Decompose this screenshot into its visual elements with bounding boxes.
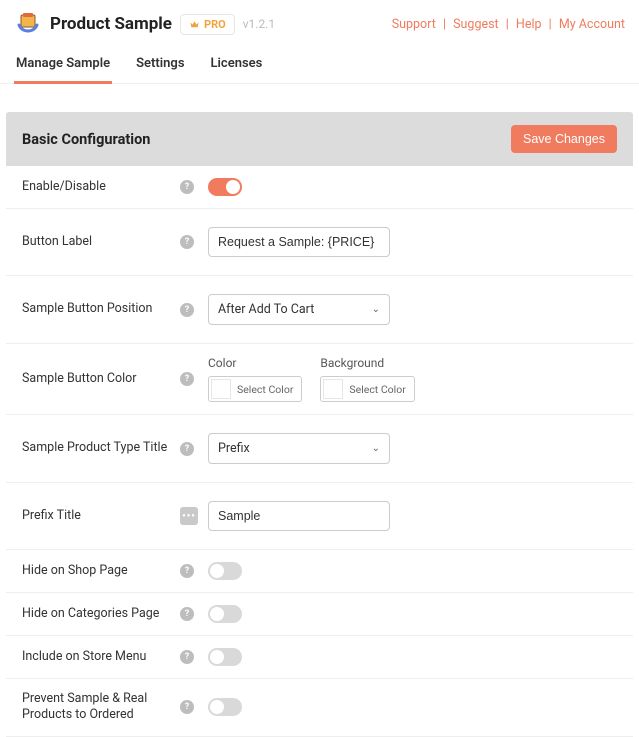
row-position: Sample Button Position ? After Add To Ca… [6,276,633,344]
link-help[interactable]: Help [516,17,542,32]
row-hide-shop: Hide on Shop Page ? [6,550,633,593]
row-button-label: Button Label ? [6,209,633,276]
tabs: Manage Sample Settings Licenses [0,46,639,84]
row-hide-cat: Hide on Categories Page ? [6,593,633,636]
help-icon[interactable]: ? [180,180,194,194]
row-prevent: Prevent Sample & Real Products to Ordere… [6,679,633,737]
type-title-label: Sample Product Type Title [22,440,180,456]
hide-cat-toggle[interactable] [208,605,242,623]
color-picker-background[interactable]: Select Color [320,376,414,402]
store-menu-toggle[interactable] [208,648,242,666]
row-enable: Enable/Disable ? [6,166,633,209]
row-prefix-title: Prefix Title ••• [6,483,633,550]
pro-badge: PRO [180,14,235,35]
enable-label: Enable/Disable [22,179,180,195]
help-icon[interactable]: ? [180,372,194,386]
crown-icon [189,19,200,30]
color-swatch [211,379,231,399]
row-button-color: Sample Button Color ? Color Select Color… [6,344,633,415]
color-heading: Color [208,356,302,370]
help-icon[interactable]: ? [180,442,194,456]
button-label-input[interactable] [208,227,390,257]
tab-manage-sample[interactable]: Manage Sample [14,50,112,84]
row-store-menu: Include on Store Menu ? [6,636,633,679]
color-label: Sample Button Color [22,371,180,387]
chevron-down-icon: ⌄ [372,304,380,315]
position-label: Sample Button Position [22,301,180,317]
help-icon[interactable]: ? [180,235,194,249]
link-support[interactable]: Support [392,17,436,32]
color-swatch [323,379,343,399]
ellipsis-icon[interactable]: ••• [180,507,198,525]
link-suggest[interactable]: Suggest [453,17,499,32]
link-my-account[interactable]: My Account [559,17,625,32]
prefix-title-input[interactable] [208,501,390,531]
app-header: Product Sample PRO v1.2.1 Support | Sugg… [0,0,639,46]
position-select[interactable]: After Add To Cart ⌄ [208,294,390,325]
row-type-title: Sample Product Type Title ? Prefix ⌄ [6,415,633,483]
background-heading: Background [320,356,414,370]
enable-toggle[interactable] [208,178,242,196]
button-label-label: Button Label [22,234,180,250]
help-icon[interactable]: ? [180,303,194,317]
app-logo-icon [14,10,42,38]
chevron-down-icon: ⌄ [372,443,380,454]
section-header: Basic Configuration Save Changes [6,112,633,166]
type-title-select[interactable]: Prefix ⌄ [208,433,390,464]
hide-cat-label: Hide on Categories Page [22,606,180,622]
color-picker-foreground[interactable]: Select Color [208,376,302,402]
header-links: Support | Suggest | Help | My Account [392,17,625,32]
help-icon[interactable]: ? [180,650,194,664]
prevent-label: Prevent Sample & Real Products to Ordere… [22,691,180,724]
section-title: Basic Configuration [22,131,150,148]
hide-shop-toggle[interactable] [208,562,242,580]
store-menu-label: Include on Store Menu [22,649,180,665]
hide-shop-label: Hide on Shop Page [22,563,180,579]
tab-settings[interactable]: Settings [134,50,186,84]
prefix-title-label: Prefix Title [22,508,180,524]
prevent-toggle[interactable] [208,698,242,716]
tab-licenses[interactable]: Licenses [209,50,265,84]
help-icon[interactable]: ? [180,607,194,621]
help-icon[interactable]: ? [180,700,194,714]
help-icon[interactable]: ? [180,564,194,578]
version-text: v1.2.1 [243,17,275,31]
product-title: Product Sample [50,14,172,34]
save-changes-button[interactable]: Save Changes [511,125,617,153]
